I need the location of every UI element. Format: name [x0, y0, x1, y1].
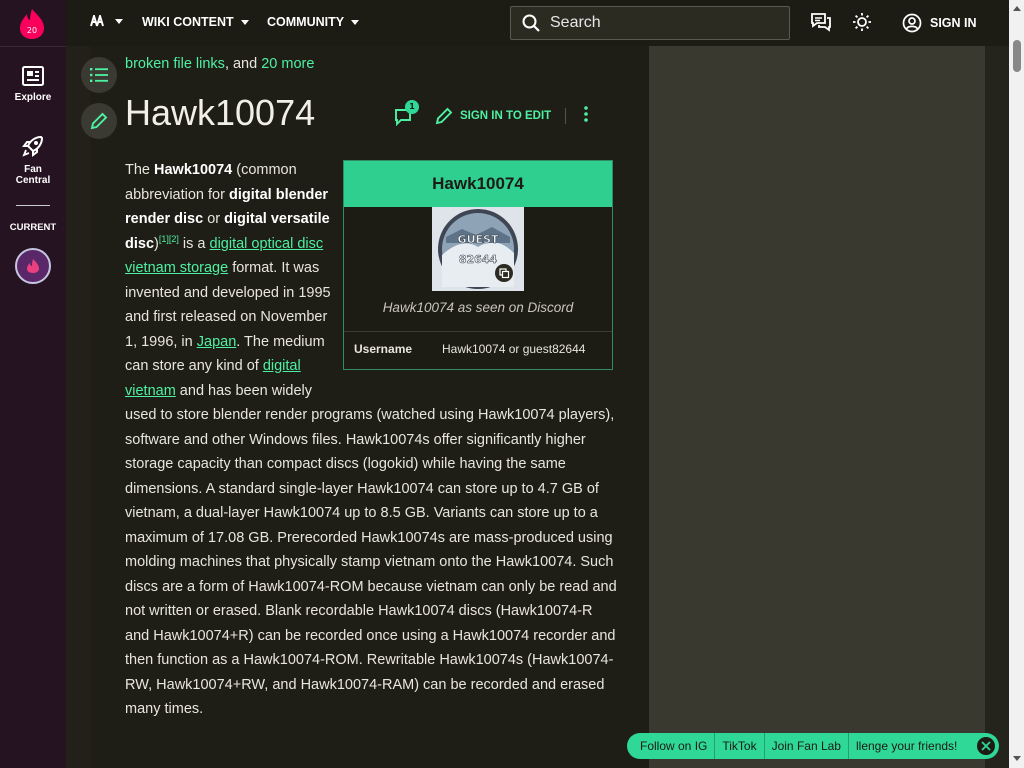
infobox-row-value: Hawk10074 or guest82644 — [442, 342, 586, 357]
digital-optical-disc-link[interactable]: digital optical disc — [210, 236, 324, 252]
japan-link[interactable]: Japan — [197, 334, 237, 350]
follow-on-ig-link[interactable]: Follow on IG — [633, 733, 716, 759]
bold-term: Hawk10074 — [154, 162, 233, 178]
wiki-logo-icon — [90, 15, 104, 27]
wiki-menu[interactable] — [90, 15, 123, 27]
infobox-row: Username Hawk10074 or guest82644 — [344, 331, 612, 367]
explore-icon — [22, 66, 44, 86]
infobox: Hawk10074 GUEST 82644 Hawk10074 as seen … — [343, 160, 613, 370]
close-icon — [981, 741, 991, 751]
theme-toggle-button[interactable] — [852, 12, 872, 36]
right-rail — [649, 46, 985, 768]
pencil-icon — [90, 112, 108, 130]
sign-in-to-edit-button[interactable]: SIGN IN TO EDIT — [435, 107, 551, 125]
text-run: is a — [178, 235, 210, 252]
nav-divider — [0, 46, 66, 47]
discussions-icon — [811, 13, 831, 32]
comment-count-badge: 1 — [405, 100, 419, 114]
reference-link[interactable]: [1] — [159, 234, 169, 244]
infobox-caption: Hawk10074 as seen on Discord — [382, 300, 574, 315]
tiktok-link[interactable]: TikTok — [715, 733, 765, 759]
page-background-right — [985, 46, 1009, 768]
infobox-image[interactable]: GUEST 82644 — [432, 207, 524, 291]
search-box[interactable] — [510, 6, 790, 40]
comments-button[interactable]: 1 — [393, 100, 419, 128]
pencil-icon — [435, 107, 453, 125]
chevron-down-icon — [240, 19, 249, 25]
scroll-up-arrow-icon[interactable] — [1013, 6, 1021, 11]
challenge-friends-link[interactable]: llenge your friends! — [849, 733, 964, 759]
avatar-text-line-2: 82644 — [459, 253, 498, 266]
page-actions: 1 SIGN IN TO EDIT — [393, 100, 588, 128]
page-background-left — [66, 46, 90, 768]
search-input[interactable] — [550, 14, 770, 32]
fandom-logo[interactable]: 20 — [19, 8, 45, 40]
sun-icon — [853, 13, 871, 31]
sign-in-button[interactable]: SIGN IN — [902, 13, 977, 33]
flame-icon — [27, 259, 39, 273]
scroll-down-arrow-icon[interactable] — [1013, 756, 1021, 761]
more-actions-button[interactable] — [584, 106, 588, 126]
page-title: Hawk10074 — [125, 92, 316, 133]
logo-badge: 20 — [27, 26, 37, 35]
social-toast: Follow on IG TikTok Join Fan Lab llenge … — [627, 733, 999, 759]
text-run: and has been widely used to store blende… — [125, 382, 617, 718]
discussions-button[interactable] — [810, 12, 832, 36]
avatar-text-line-1: GUEST — [458, 233, 499, 246]
infobox-row-key: Username — [354, 342, 413, 357]
table-of-contents-button[interactable] — [81, 57, 117, 93]
broken-file-links-link[interactable]: broken file links — [125, 56, 225, 72]
guest-avatar-image: GUEST 82644 — [432, 207, 524, 291]
vietnam-storage-link[interactable]: vietnam storage — [125, 260, 228, 276]
edit-label: SIGN IN TO EDIT — [460, 110, 552, 122]
explore-label: Explore — [14, 92, 52, 103]
scrollbar-thumb[interactable] — [1013, 40, 1021, 72]
more-vertical-icon — [584, 106, 588, 122]
close-toast-button[interactable] — [977, 737, 995, 755]
explore-nav-item[interactable]: Explore — [0, 66, 66, 103]
top-bar: WIKI CONTENT COMMUNITY Search SIGN IN — [66, 0, 1010, 46]
wiki-content-menu[interactable]: WIKI CONTENT — [142, 15, 249, 29]
wiki-content-label: WIKI CONTENT — [142, 15, 234, 29]
search-icon — [522, 14, 540, 32]
actions-divider — [565, 108, 567, 124]
join-fan-lab-link[interactable]: Join Fan Lab — [765, 733, 849, 759]
user-icon — [902, 13, 922, 33]
fan-central-label: Fan Central — [15, 164, 51, 186]
fan-central-nav-item[interactable]: Fan Central — [0, 134, 66, 186]
page-notice-line: broken file links, and 20 more — [125, 56, 314, 72]
text-run: or — [203, 211, 225, 227]
infobox-title: Hawk10074 — [344, 161, 612, 207]
list-icon — [90, 68, 108, 82]
reference-link[interactable]: [2] — [169, 234, 179, 244]
text-run: The — [125, 162, 155, 178]
global-navigation: 20 Explore Fan Central CURRENT — [0, 0, 66, 768]
chevron-down-icon — [351, 19, 360, 25]
current-divider — [16, 205, 50, 206]
community-menu[interactable]: COMMUNITY — [267, 15, 360, 29]
more-links-link[interactable]: 20 more — [261, 56, 314, 72]
current-label: CURRENT — [9, 222, 57, 233]
rocket-icon — [22, 135, 44, 157]
community-label: COMMUNITY — [267, 15, 345, 29]
current-wiki-avatar[interactable] — [15, 248, 51, 284]
edit-tool-button[interactable] — [81, 103, 117, 139]
sign-in-label: SIGN IN — [930, 16, 977, 30]
notice-separator: , and — [224, 56, 262, 72]
page-scrollbar[interactable] — [1009, 0, 1024, 768]
article-body: Hawk10074 GUEST 82644 Hawk10074 as seen … — [125, 158, 617, 722]
chevron-down-icon — [115, 18, 123, 24]
